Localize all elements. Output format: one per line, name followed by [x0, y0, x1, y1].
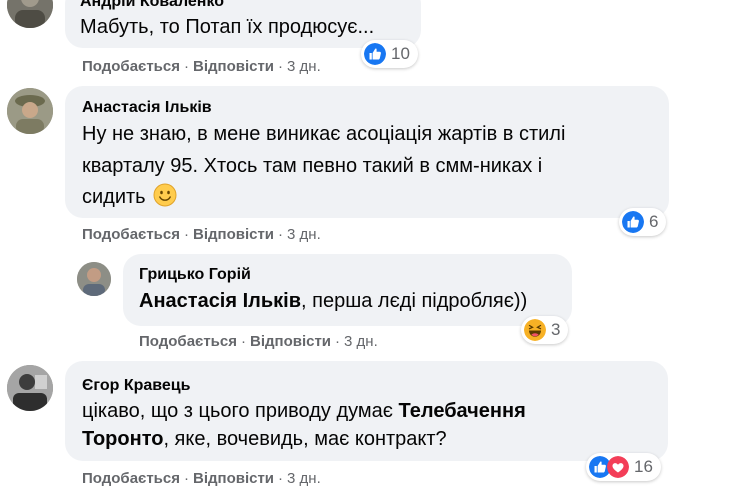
- avatar[interactable]: [7, 365, 53, 411]
- haha-icon: [524, 319, 546, 341]
- person-photo-icon: [7, 88, 53, 134]
- love-icon: [607, 456, 629, 478]
- like-button[interactable]: Подобається: [139, 333, 237, 350]
- comment-text-line: кварталу 95. Хтось там певно такий в смм…: [82, 155, 543, 177]
- like-button[interactable]: Подобається: [82, 58, 180, 75]
- comment-text-segment: цікаво, що з цього приводу думає: [82, 400, 399, 422]
- reply-button[interactable]: Відповісти: [193, 470, 274, 487]
- reply-button[interactable]: Відповісти: [193, 226, 274, 243]
- comment-author[interactable]: Єгор Кравець: [82, 377, 190, 395]
- comment-actions: Подобається · Відповісти · 3 дн.: [139, 333, 378, 350]
- separator: ·: [278, 470, 284, 487]
- reaction-summary[interactable]: 6: [619, 208, 667, 236]
- comment-text: Мабуть, то Потап їх продюсує...: [80, 16, 375, 38]
- timestamp[interactable]: 3 дн.: [287, 470, 321, 487]
- comment-text-line: Торонто, яке, вочевидь, має контракт?: [82, 423, 447, 455]
- separator: ·: [183, 470, 189, 487]
- comment-text-line: Ну не знаю, в мене виникає асоціація жар…: [82, 123, 566, 145]
- separator: ·: [183, 58, 189, 75]
- comment-text-segment: , яке, вочевидь, має контракт?: [163, 428, 447, 450]
- mention-link[interactable]: Телебачення: [399, 400, 526, 422]
- reply-button[interactable]: Відповісти: [193, 58, 274, 75]
- separator: ·: [183, 226, 189, 243]
- reaction-count: 16: [634, 457, 653, 476]
- comment-author[interactable]: Грицько Горій: [139, 266, 251, 284]
- reaction-summary[interactable]: 16: [586, 453, 661, 481]
- timestamp[interactable]: 3 дн.: [344, 333, 378, 350]
- avatar[interactable]: [77, 262, 111, 296]
- person-photo-icon: [77, 262, 111, 296]
- separator: ·: [240, 333, 246, 350]
- reply-button[interactable]: Відповісти: [250, 333, 331, 350]
- reaction-count: 6: [649, 212, 659, 231]
- separator: ·: [278, 226, 284, 243]
- avatar[interactable]: [7, 0, 53, 28]
- like-icon: [622, 211, 644, 233]
- person-photo-icon: [7, 365, 53, 411]
- reaction-count: 3: [551, 320, 561, 339]
- avatar[interactable]: [7, 88, 53, 134]
- comment-text-rest: , перша лєді підробляє)): [301, 290, 528, 312]
- reaction-summary[interactable]: 10: [361, 40, 418, 68]
- separator: ·: [278, 58, 284, 75]
- timestamp[interactable]: 3 дн.: [287, 226, 321, 243]
- comment-actions: Подобається · Відповісти · 3 дн.: [82, 226, 321, 243]
- person-photo-icon: [7, 0, 53, 28]
- reaction-count: 10: [391, 44, 410, 63]
- separator: ·: [335, 333, 341, 350]
- comment-text-line: сидить: [82, 181, 177, 213]
- mention-link[interactable]: Анастасія Ільків: [139, 290, 301, 312]
- comment-author[interactable]: Анастасія Ільків: [82, 99, 212, 117]
- comment-actions: Подобається · Відповісти · 3 дн.: [82, 470, 321, 487]
- comment-text-word: сидить: [82, 186, 146, 208]
- like-icon: [364, 43, 386, 65]
- timestamp[interactable]: 3 дн.: [287, 58, 321, 75]
- like-button[interactable]: Подобається: [82, 226, 180, 243]
- comment-author[interactable]: Андрій Коваленко: [80, 0, 224, 11]
- like-button[interactable]: Подобається: [82, 470, 180, 487]
- comment-actions: Подобається · Відповісти · 3 дн.: [82, 58, 321, 75]
- mention-link[interactable]: Торонто: [82, 428, 163, 450]
- smile-emoji-icon: [153, 183, 177, 207]
- comment-text: Анастасія Ільків, перша лєді підробляє)): [139, 285, 527, 317]
- reaction-summary[interactable]: 3: [521, 316, 569, 344]
